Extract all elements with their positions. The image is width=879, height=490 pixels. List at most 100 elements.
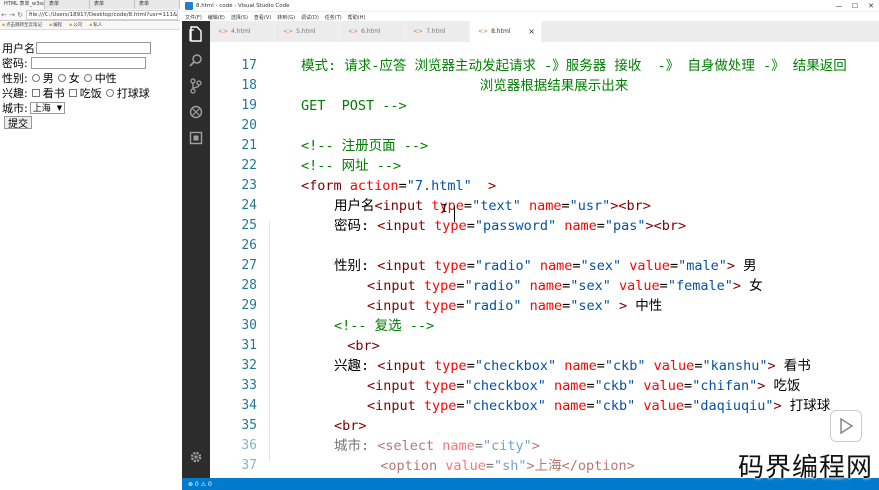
code-editor[interactable]: 17 模式: 请求-应答 浏览器主动发起请求 -》服务器 接收 -》 自身做处理 … — [210, 42, 879, 478]
code-line[interactable]: 20 — [210, 116, 879, 136]
hobby-checkbox-kanshu[interactable] — [31, 88, 40, 97]
code-token: name — [545, 398, 587, 414]
code-line[interactable]: 22 <!-- 网址 --> — [210, 156, 879, 176]
code-line[interactable]: 17 模式: 请求-应答 浏览器主动发起请求 -》服务器 接收 -》 自身做处理 … — [210, 56, 879, 76]
menu-help[interactable]: 帮助(H) — [345, 14, 369, 21]
code-token: = — [466, 218, 475, 234]
forward-icon[interactable]: → — [8, 11, 16, 19]
code-token: action — [349, 178, 399, 194]
reload-icon[interactable]: ↻ — [16, 11, 24, 19]
menu-edit[interactable]: 编辑(E) — [205, 14, 228, 21]
code-token: name — [520, 198, 562, 214]
code-line[interactable]: 32 兴趣: <input type="checkbox" name="ckb" … — [210, 356, 879, 376]
code-line[interactable]: 23 <form action="7.html" > — [210, 176, 879, 196]
gender-radio-male[interactable] — [31, 73, 40, 82]
code-token: <input — [367, 298, 424, 314]
menu-selection[interactable]: 选择(S) — [228, 14, 251, 21]
username-input[interactable] — [36, 41, 151, 54]
play-icon — [840, 417, 854, 435]
code-line[interactable]: 25 密码: <input type="password" name="pas">… — [210, 216, 879, 236]
code-token: > — [767, 358, 776, 374]
debug-icon[interactable] — [182, 99, 210, 125]
code-line[interactable]: 24 用户名<input type="text" name="usr"><br> — [210, 196, 879, 216]
url-input[interactable]: file:///C:/Users/18917/Desktop/code/8.ht… — [26, 9, 178, 20]
code-line[interactable]: 31 <br> — [210, 336, 879, 356]
maximize-button[interactable]: ☐ — [847, 2, 863, 10]
code-token: <form — [301, 178, 350, 194]
menu-goto[interactable]: 转到(G) — [274, 14, 298, 21]
bookmark-item[interactable]: 点击跳转至云笔记 — [2, 22, 42, 28]
gender-label: 性别: — [2, 71, 28, 85]
bookmark-item[interactable]: 公司 — [69, 22, 82, 28]
gender-radio-female[interactable] — [57, 73, 66, 82]
code-token: = — [684, 378, 693, 394]
code-line[interactable]: 33 <input type="checkbox" name="ckb" valu… — [210, 376, 879, 396]
close-window-button[interactable]: ✕ — [863, 2, 879, 10]
password-row: 密码: — [0, 55, 180, 70]
editor-tab[interactable]: <> 6.html — [340, 21, 405, 42]
code-token: 女 — [740, 278, 763, 294]
source-control-icon[interactable] — [182, 73, 210, 99]
browser-tab[interactable]: HTML 表单_w3school — [0, 0, 45, 9]
extensions-icon[interactable] — [182, 125, 210, 151]
menu-view[interactable]: 查看(V) — [251, 14, 274, 21]
code-token: = — [596, 358, 605, 374]
video-play-button[interactable] — [830, 410, 862, 442]
code-token: > — [531, 438, 540, 454]
hobby-checkbox-chifan[interactable] — [68, 88, 77, 97]
bookmark-item[interactable]: 私人 — [89, 22, 102, 28]
code-token: <input — [367, 378, 424, 394]
password-input[interactable] — [30, 56, 146, 69]
line-number: 21 — [241, 138, 257, 153]
code-text: 模式: 请求-应答 浏览器主动发起请求 -》服务器 接收 -》 自身做处理 -》… — [301, 56, 847, 76]
code-line[interactable]: 35 <br> — [210, 416, 879, 436]
submit-button[interactable]: 提交 — [4, 116, 32, 130]
back-icon[interactable]: ← — [0, 11, 8, 19]
editor-tab-active[interactable]: <> 8.html × — [470, 21, 542, 42]
code-token: = — [463, 198, 473, 214]
bookmark-item[interactable]: 编程 — [49, 22, 62, 28]
code-token: "checkbox" — [474, 358, 557, 374]
explorer-icon[interactable] — [182, 21, 210, 47]
gear-icon[interactable] — [182, 444, 210, 470]
code-token: type — [434, 358, 467, 374]
code-line[interactable]: 28 <input type="radio" name="sex" value="… — [210, 276, 879, 296]
hobby-checkbox-daqiuqiu[interactable] — [105, 88, 114, 97]
editor-tab[interactable]: <> 7.html — [405, 21, 470, 42]
close-icon[interactable]: × — [528, 21, 535, 42]
code-line[interactable]: 19 GET POST --> — [210, 96, 879, 116]
code-token: <input — [377, 358, 435, 374]
code-line[interactable]: 26 — [210, 236, 879, 256]
username-label: 用户名 — [2, 41, 35, 55]
city-row: 城市: 上海 ▼ — [0, 100, 180, 115]
code-line[interactable]: 34 <input type="checkbox" name="ckb" valu… — [210, 396, 879, 416]
browser-tab[interactable]: 表单 — [135, 0, 180, 9]
gender-radio-neutral[interactable] — [83, 73, 92, 82]
code-token: type — [431, 198, 464, 214]
code-line[interactable]: 21 <!-- 注册页面 --> — [210, 136, 879, 156]
search-icon[interactable] — [182, 47, 210, 73]
code-token: <input — [377, 258, 435, 274]
browser-tab[interactable]: 表单 — [45, 0, 90, 9]
city-select[interactable]: 上海 ▼ — [29, 101, 66, 114]
code-token: type — [423, 398, 457, 414]
browser-tab[interactable]: 表单 — [90, 0, 135, 9]
menu-debug[interactable]: 调试(D) — [298, 14, 322, 21]
menu-file[interactable]: 文件(F) — [182, 14, 205, 21]
minimize-button[interactable]: — — [831, 2, 847, 10]
code-line[interactable]: 30 <!-- 复选 --> — [210, 316, 879, 336]
hobby-label: 兴趣: — [2, 86, 28, 100]
code-token: name — [556, 358, 597, 374]
editor-tab[interactable]: <> 4.html — [210, 21, 275, 42]
code-token: type — [434, 218, 467, 234]
code-line[interactable]: 27 性别: <input type="radio" name="sex" val… — [210, 256, 879, 276]
menu-tasks[interactable]: 任务(T) — [322, 14, 345, 21]
line-number: 20 — [241, 118, 257, 133]
code-line[interactable]: 29 <input type="radio" name="sex" > 中性 — [210, 296, 879, 316]
code-token: value — [621, 258, 670, 274]
problems-indicator[interactable]: ⊗ 0 ⚠ 0 — [188, 481, 212, 488]
code-token: "ckb" — [594, 398, 636, 414]
editor-tab[interactable]: <> 5.html — [275, 21, 340, 42]
code-line[interactable]: 18 浏览器根据结果展示出来 — [210, 76, 879, 96]
line-number: 27 — [241, 258, 257, 273]
